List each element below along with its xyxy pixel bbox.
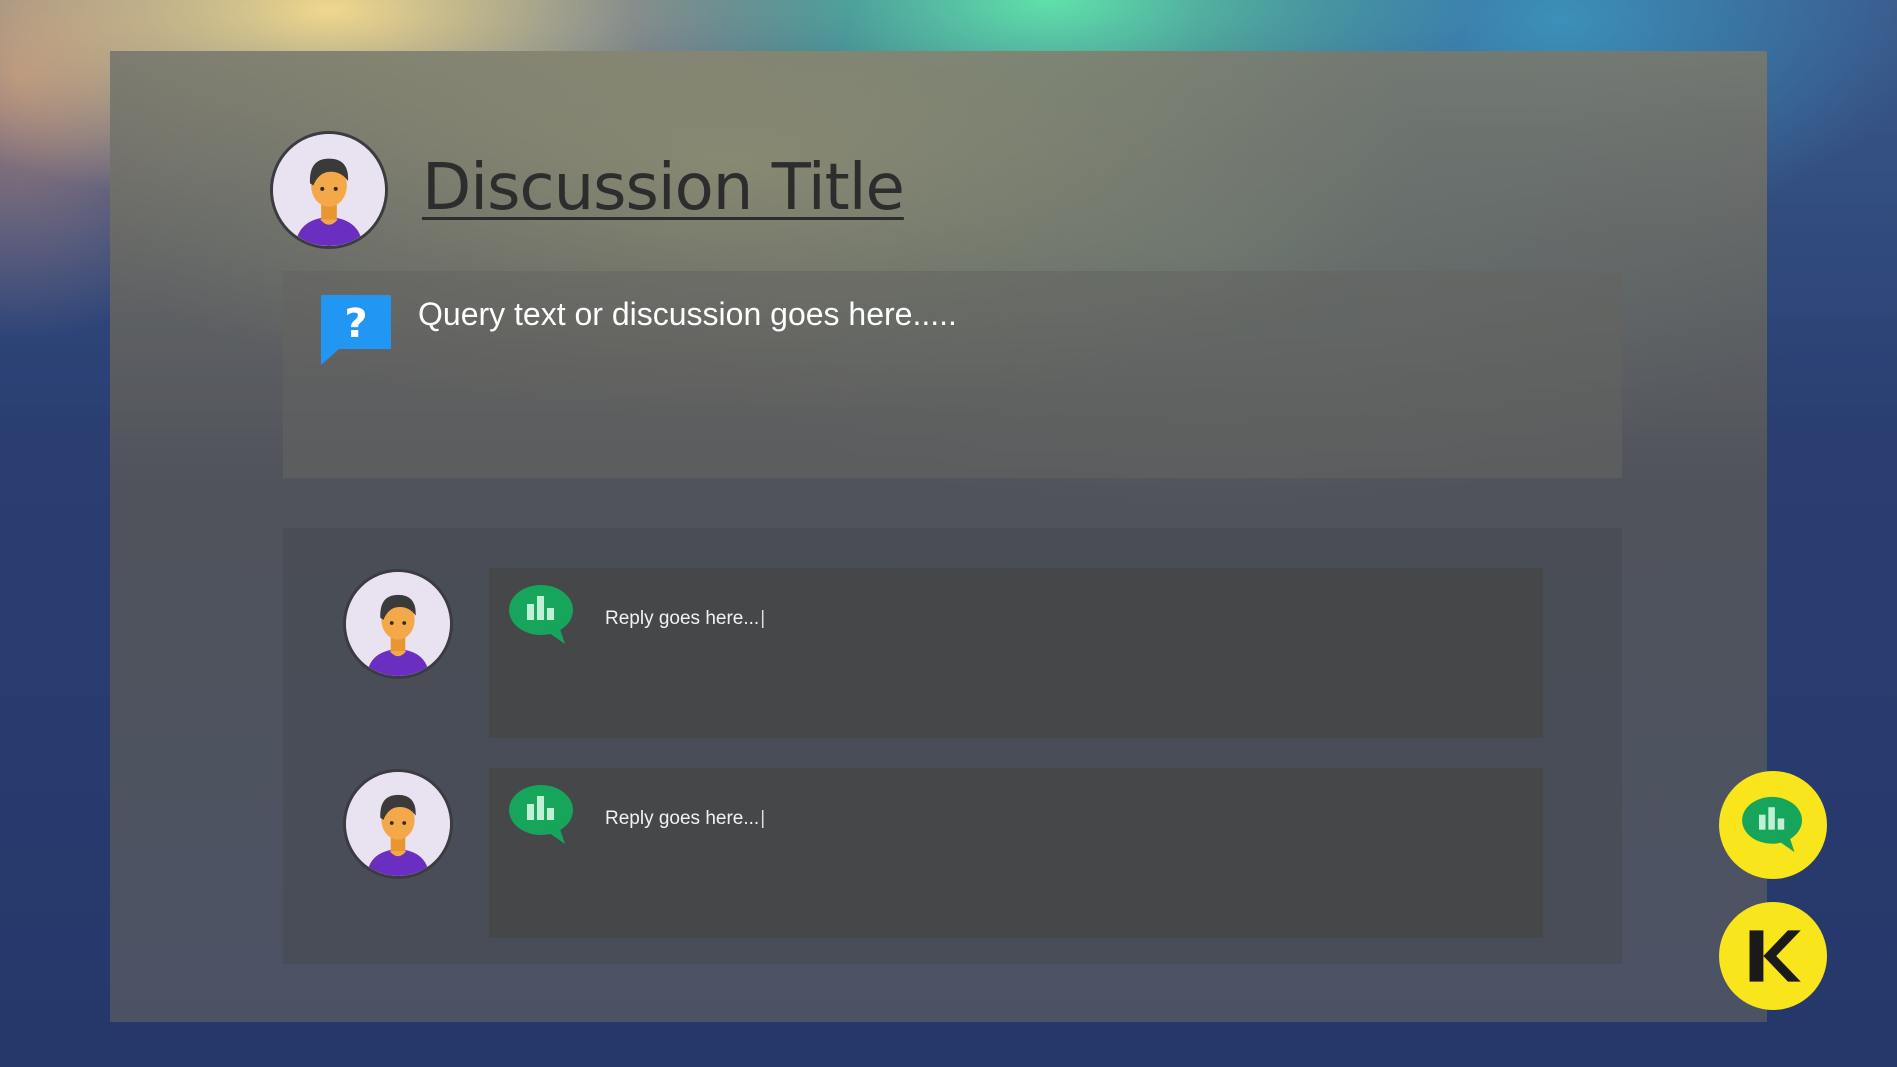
reply-text[interactable]: Reply goes here... bbox=[605, 808, 765, 830]
user-avatar-icon bbox=[346, 572, 450, 676]
discussion-title[interactable]: Discussion Title bbox=[422, 151, 905, 225]
discussion-panel: Discussion Title ? Query text or discuss… bbox=[110, 51, 1767, 1022]
reply-item[interactable]: Reply goes here... bbox=[489, 768, 1543, 938]
chart-speech-bubble-icon bbox=[509, 585, 573, 644]
reply-author-avatar[interactable] bbox=[343, 569, 453, 679]
author-avatar[interactable] bbox=[270, 131, 388, 249]
reply-text[interactable]: Reply goes here... bbox=[605, 608, 765, 630]
reply-item[interactable]: Reply goes here... bbox=[489, 568, 1543, 738]
replies-list: Reply goes here... Reply goe bbox=[283, 528, 1622, 964]
user-avatar-icon bbox=[273, 134, 385, 246]
svg-text:?: ? bbox=[344, 301, 367, 347]
chart-speech-bubble-icon bbox=[509, 785, 573, 844]
query-text: Query text or discussion goes here..... bbox=[418, 296, 957, 332]
k-logo-icon bbox=[1749, 930, 1801, 982]
question-speech-bubble-icon: ? bbox=[321, 295, 391, 365]
k-logo-button[interactable] bbox=[1719, 902, 1827, 1010]
query-box: ? Query text or discussion goes here....… bbox=[283, 271, 1622, 478]
new-reply-button[interactable] bbox=[1719, 771, 1827, 879]
user-avatar-icon bbox=[346, 772, 450, 876]
chart-speech-bubble-icon bbox=[1742, 796, 1802, 853]
reply-author-avatar[interactable] bbox=[343, 769, 453, 879]
